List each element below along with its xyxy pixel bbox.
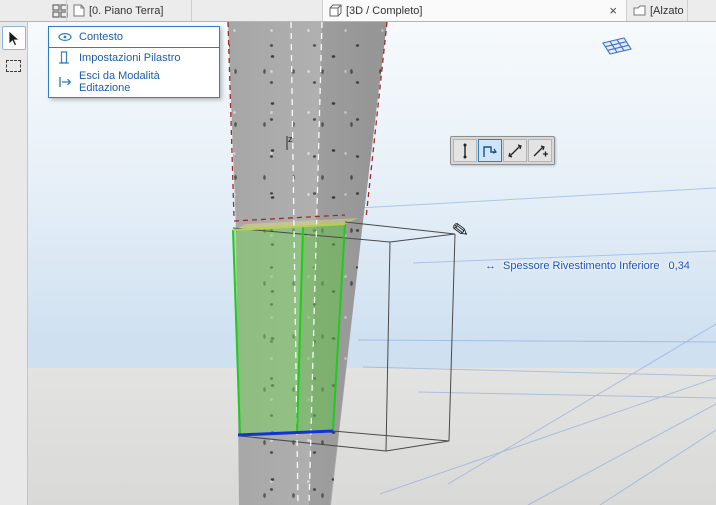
arrow-cursor-icon [7, 30, 20, 47]
offset-edge-button[interactable] [478, 139, 502, 162]
double-arrow-icon: ↔ [485, 260, 496, 272]
context-menu-header: Contesto [49, 27, 219, 48]
menu-item-label: Impostazioni Pilastro [79, 52, 181, 64]
exit-icon [58, 76, 72, 88]
tooltip-label: Spessore Rivestimento Inferiore [503, 260, 660, 272]
diagonal-stretch-icon [506, 142, 524, 160]
z-axis-label: z [288, 134, 293, 144]
multiply-stretch-button[interactable] [528, 139, 552, 162]
selection-side-face[interactable] [297, 224, 345, 433]
marquee-tool-button[interactable] [2, 54, 26, 78]
floor-plan-icon [73, 4, 85, 17]
edge-segment-icon [456, 142, 474, 160]
eye-icon [58, 32, 72, 42]
left-toolbar [0, 22, 28, 505]
stretch-button[interactable] [503, 139, 527, 162]
tab-3d-completo[interactable]: [3D / Completo] × [322, 0, 627, 21]
reference-edges [228, 22, 387, 221]
edit-tooltip: ↔ Spessore Rivestimento Inferiore 0,34 [485, 260, 690, 272]
elevation-icon [633, 5, 646, 17]
offset-profile-icon [481, 142, 499, 160]
menu-item-label: Esci da Modalità Editazione [79, 70, 210, 94]
tab-label: [0. Piano Terra] [89, 5, 163, 17]
tab-alzato-sud[interactable]: [Alzato Sud] [627, 0, 688, 21]
close-tab-icon[interactable]: × [606, 3, 620, 18]
diagonal-stretch-plus-icon [531, 142, 549, 160]
context-menu-title: Contesto [79, 31, 123, 43]
grid-plane-icon [600, 36, 634, 63]
menu-item-esci-editazione[interactable]: Esci da Modalità Editazione [49, 67, 219, 97]
arrow-tool-button[interactable] [2, 26, 26, 50]
context-menu: Contesto Impostazioni Pilastro Esci da M… [48, 26, 220, 98]
tab-bar: [0. Piano Terra] [3D / Completo] × [Alza… [0, 0, 716, 22]
pet-palette [450, 136, 555, 165]
tab-label: [3D / Completo] [346, 5, 422, 17]
tab-piano-terra[interactable]: [0. Piano Terra] [66, 0, 192, 21]
guide-lines [358, 188, 716, 505]
move-edge-button[interactable] [453, 139, 477, 162]
menu-item-impostazioni-pilastro[interactable]: Impostazioni Pilastro [49, 48, 219, 67]
pencil-cursor-icon: ✎ [450, 217, 470, 244]
archicad-window: [0. Piano Terra] [3D / Completo] × [Alza… [0, 0, 716, 505]
tooltip-value: 0,34 [669, 260, 690, 272]
tab-label: [Alzato Sud] [650, 5, 688, 17]
cube-3d-icon [329, 4, 342, 17]
marquee-icon [6, 60, 21, 72]
selection-front-face[interactable] [233, 227, 303, 435]
pillar-settings-icon [58, 51, 72, 64]
